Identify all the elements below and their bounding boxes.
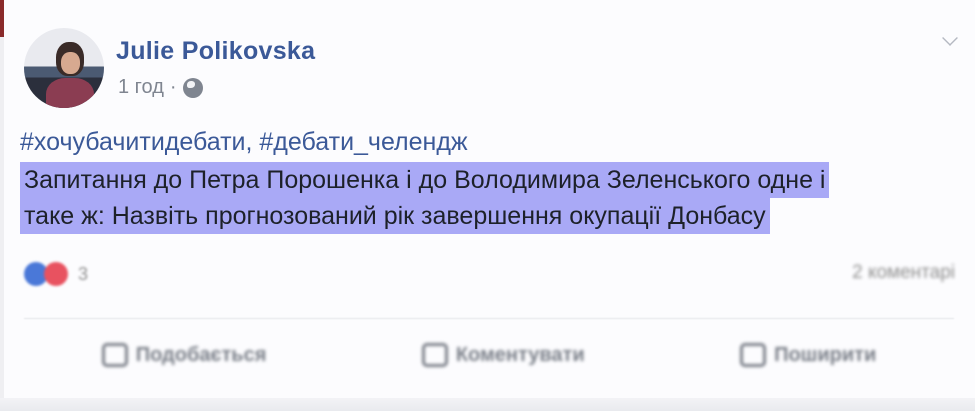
post-meta: 1 год · [118,76,203,99]
share-label: Поширити [774,343,877,366]
facebook-post: Julie Polikovska 1 год · #хочубачитидеба… [4,0,975,411]
globe-icon[interactable] [182,77,203,98]
post-time[interactable]: 1 год [118,76,164,99]
reactions-count: 3 [78,263,89,284]
author-name[interactable]: Julie Polikovska [116,37,315,66]
comment-button[interactable]: Коментувати [421,343,585,367]
action-bar: Подобається Коментувати Поширити [24,335,954,375]
share-button[interactable]: Поширити [740,343,876,367]
divider [24,318,954,319]
avatar-face [61,52,80,74]
post-hashtags[interactable]: #хочубачитидебати, #дебати_челендж [20,128,468,157]
meta-separator: · [169,76,177,98]
feed-separator [0,398,975,411]
post-text: Запитання до Петра Порошенка і до Володи… [20,162,870,234]
like-button[interactable]: Подобається [101,343,267,367]
share-icon [740,343,767,367]
comment-icon [421,343,448,367]
post-text-line-1: Запитання до Петра Порошенка і до Володи… [20,162,830,198]
avatar-body [46,78,94,108]
comments-count[interactable]: 2 коментарі [852,262,955,284]
chevron-down-icon[interactable] [942,30,958,46]
avatar[interactable] [24,28,104,108]
love-reaction-icon [44,262,68,286]
thumbs-up-icon [101,343,128,367]
reactions-summary[interactable]: 3 [24,262,88,286]
like-label: Подобається [135,343,267,366]
comment-label: Коментувати [455,343,585,366]
post-text-line-2: таке ж: Назвіть прогнозований рік заверш… [20,198,770,234]
